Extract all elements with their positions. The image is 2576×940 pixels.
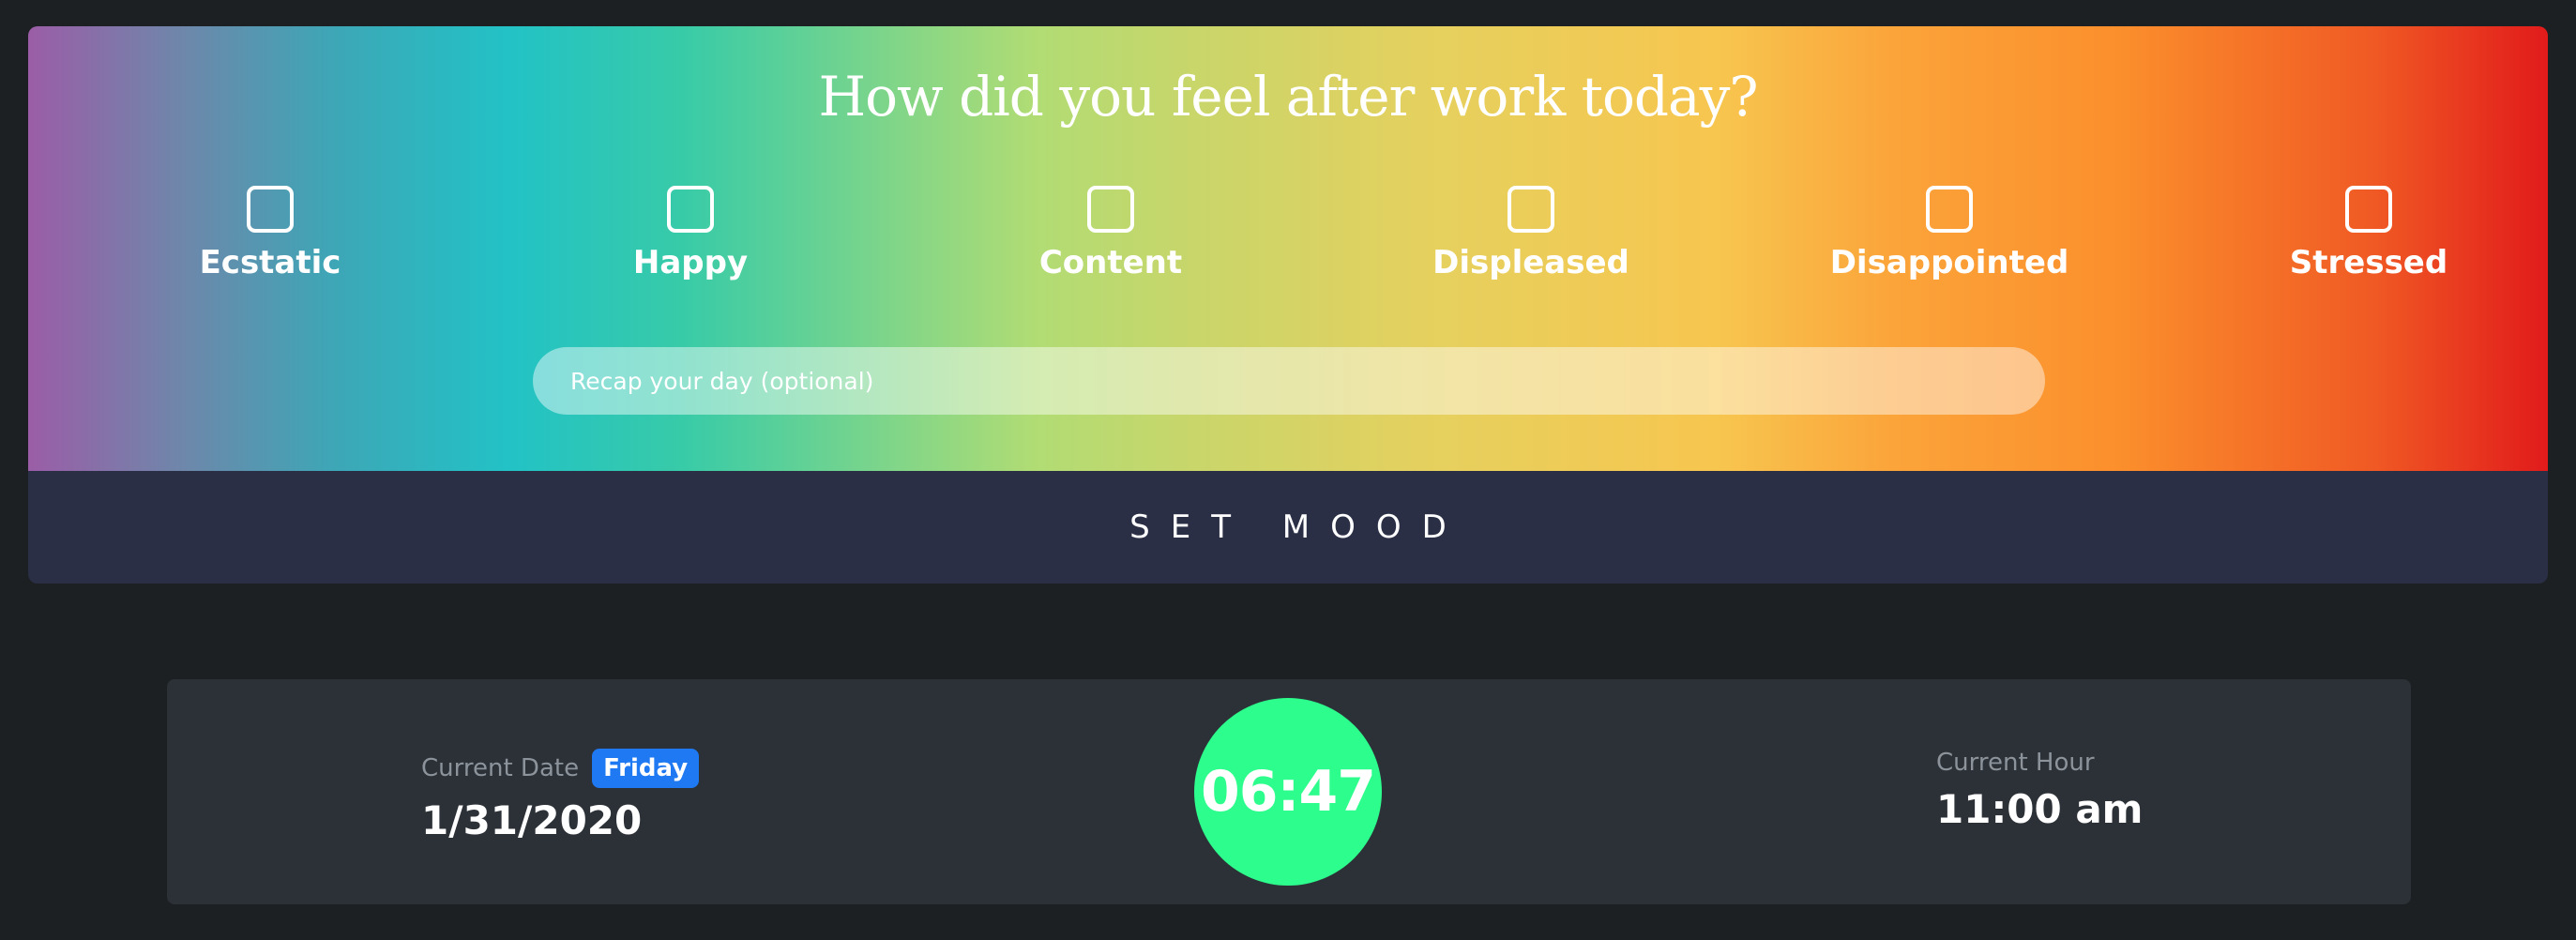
- mood-option-stressed[interactable]: Stressed: [2228, 186, 2509, 281]
- recap-input[interactable]: [533, 347, 2045, 415]
- mood-option-disappointed[interactable]: Disappointed: [1809, 186, 2090, 281]
- mood-gradient-panel: How did you feel after work today? Ecsta…: [28, 26, 2548, 471]
- mood-checkbox-stressed[interactable]: [2345, 186, 2392, 233]
- mood-label-stressed: Stressed: [2289, 244, 2448, 281]
- mood-checkbox-ecstatic[interactable]: [247, 186, 294, 233]
- mood-option-displeased[interactable]: Displeased: [1390, 186, 1672, 281]
- mood-option-ecstatic[interactable]: Ecstatic: [129, 186, 411, 281]
- mood-label-displeased: Displeased: [1432, 244, 1629, 281]
- set-mood-label: SET MOOD: [1129, 508, 1467, 546]
- status-card: Current Date Friday 1/31/2020 06:47 Curre…: [167, 679, 2411, 904]
- mood-question-title: How did you feel after work today?: [818, 65, 1759, 129]
- mood-label-content: Content: [1038, 244, 1183, 281]
- mood-checkbox-content[interactable]: [1087, 186, 1134, 233]
- set-mood-button[interactable]: SET MOOD: [28, 471, 2548, 584]
- mood-label-ecstatic: Ecstatic: [199, 244, 341, 281]
- current-date-value: 1/31/2020: [421, 797, 643, 843]
- mood-card: How did you feel after work today? Ecsta…: [28, 26, 2548, 584]
- timer-circle: 06:47: [1194, 698, 1382, 886]
- mood-option-content[interactable]: Content: [970, 186, 1251, 281]
- current-hour-value: 11:00 am: [1936, 786, 2144, 832]
- mood-checkbox-disappointed[interactable]: [1926, 186, 1973, 233]
- mood-option-happy[interactable]: Happy: [550, 186, 831, 281]
- current-hour-block: Current Hour 11:00 am: [1936, 749, 2143, 832]
- mood-checkbox-displeased[interactable]: [1508, 186, 1554, 233]
- current-date-caption: Current Date: [421, 754, 580, 782]
- timer-value: 06:47: [1201, 759, 1376, 825]
- mood-checkbox-happy[interactable]: [667, 186, 714, 233]
- current-hour-caption: Current Hour: [1936, 749, 2095, 777]
- current-date-block: Current Date Friday 1/31/2020: [421, 749, 700, 843]
- mood-label-happy: Happy: [632, 244, 749, 281]
- mood-label-disappointed: Disappointed: [1829, 244, 2069, 281]
- day-badge: Friday: [592, 749, 700, 788]
